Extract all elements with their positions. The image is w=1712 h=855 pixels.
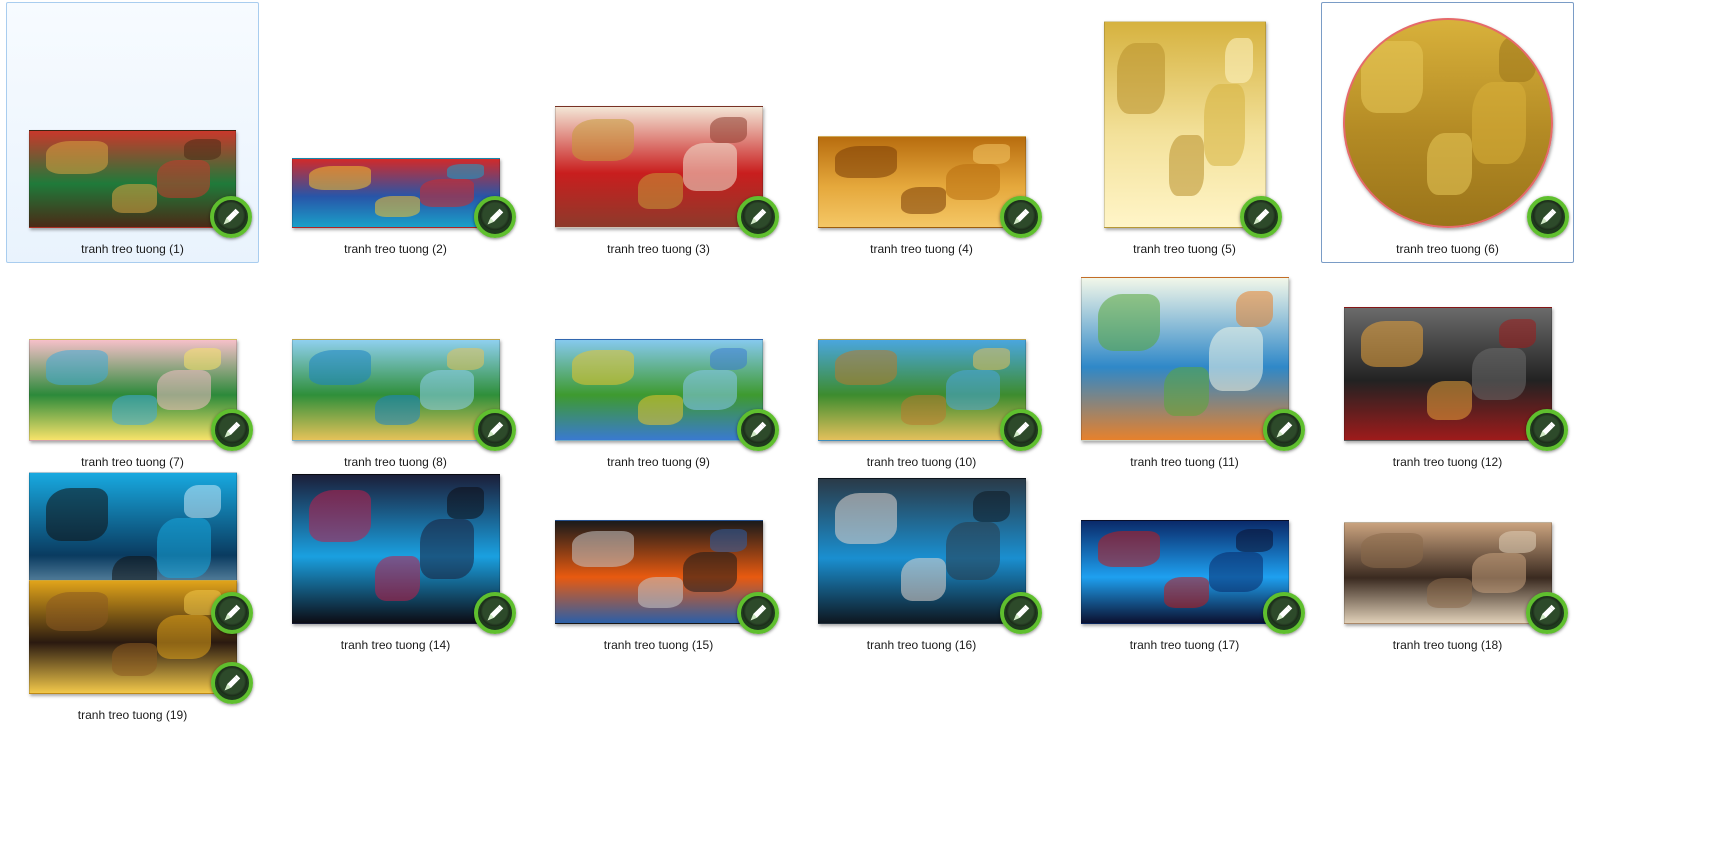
- file-thumbnail[interactable]: [281, 9, 516, 238]
- image-preview: [1080, 520, 1289, 624]
- pen-edit-icon: [1525, 409, 1568, 451]
- file-name: tranh treo tuong (16): [866, 638, 977, 652]
- file-item[interactable]: tranh treo tuong (19): [6, 541, 259, 729]
- image-preview: [28, 580, 237, 694]
- file-name: tranh treo tuong (14): [340, 638, 451, 652]
- pen-edit-icon: [999, 196, 1042, 238]
- image-preview: [1342, 18, 1553, 228]
- pen-edit-icon: [1262, 409, 1305, 451]
- pen-edit-icon: [1262, 592, 1305, 634]
- image-preview: [291, 474, 500, 624]
- file-grid[interactable]: tranh treo tuong (1) tranh treo tuong (2)…: [0, 0, 1712, 855]
- image-preview: [554, 106, 763, 228]
- pen-edit-icon: [736, 592, 779, 634]
- file-thumbnail[interactable]: [807, 9, 1042, 238]
- file-name: tranh treo tuong (18): [1392, 638, 1503, 652]
- pen-edit-icon: [1239, 196, 1282, 238]
- file-thumbnail[interactable]: [1333, 9, 1569, 238]
- pen-edit-icon: [210, 592, 253, 634]
- pen-edit-icon: [210, 196, 252, 238]
- file-thumbnail[interactable]: [544, 9, 779, 238]
- pen-edit-icon: [736, 409, 779, 451]
- file-name: tranh treo tuong (19): [77, 708, 188, 722]
- image-preview: [554, 520, 763, 624]
- pen-edit-icon: [473, 409, 516, 451]
- image-preview: [1103, 21, 1266, 228]
- pen-edit-icon: [1526, 196, 1569, 238]
- pen-edit-icon: [473, 592, 516, 634]
- pen-edit-icon: [1525, 592, 1568, 634]
- image-preview: [817, 478, 1026, 624]
- pen-edit-icon: [210, 409, 253, 451]
- pen-edit-icon: [736, 196, 779, 238]
- image-preview: [1343, 522, 1552, 624]
- file-name: tranh treo tuong (17): [1129, 638, 1240, 652]
- pen-edit-icon: [210, 662, 253, 704]
- image-preview: [29, 130, 236, 228]
- file-thumbnail[interactable]: [18, 9, 252, 238]
- pen-edit-icon: [473, 196, 516, 238]
- pen-edit-icon: [999, 409, 1042, 451]
- file-name: tranh treo tuong (15): [603, 638, 714, 652]
- file-thumbnail[interactable]: [1070, 9, 1299, 238]
- pen-edit-icon: [999, 592, 1042, 634]
